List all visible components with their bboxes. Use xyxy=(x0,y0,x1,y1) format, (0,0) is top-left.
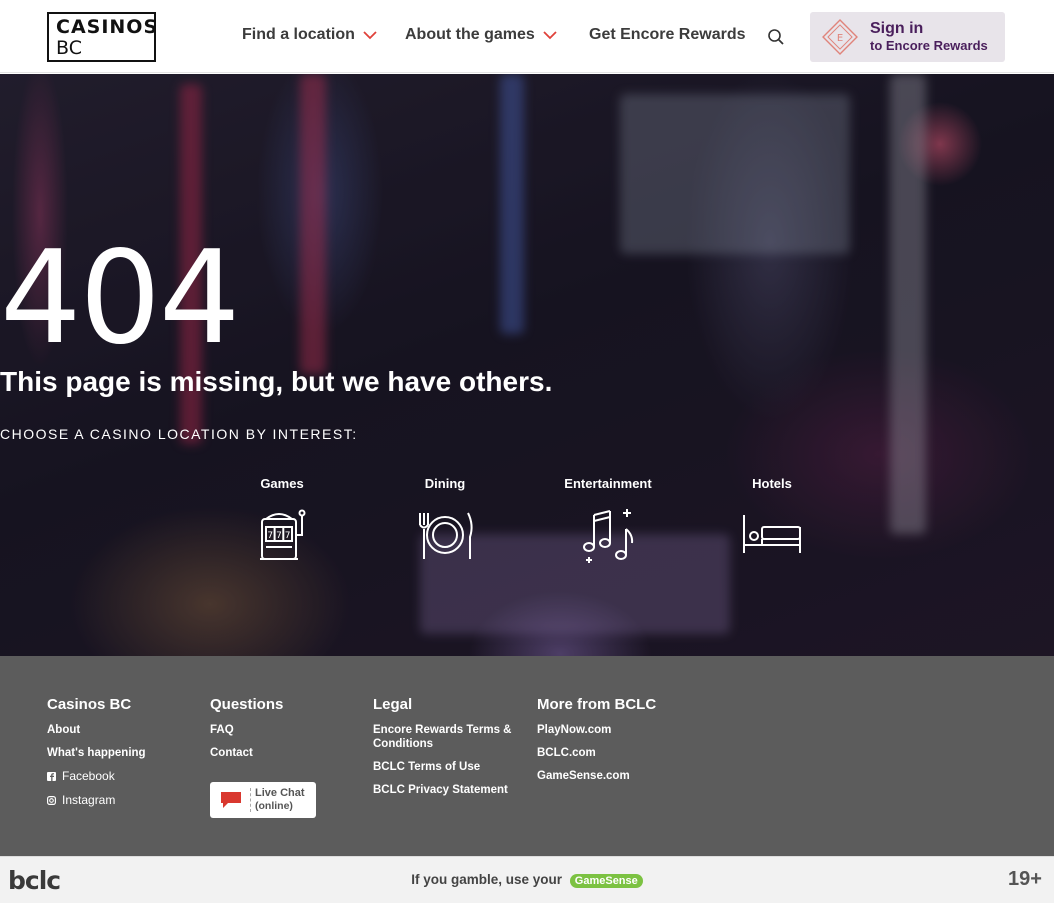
facebook-label: Facebook xyxy=(62,769,115,783)
nav-encore-rewards[interactable]: Get Encore Rewards xyxy=(589,26,746,44)
choose-location-heading: CHOOSE A CASINO LOCATION BY INTEREST: xyxy=(0,426,358,442)
nav-find-location-label: Find a location xyxy=(242,26,355,43)
footer-heading: Casinos BC xyxy=(47,696,132,713)
footer-col-legal: Legal Encore Rewards Terms & Conditions … xyxy=(373,696,523,806)
casinos-bc-logo[interactable]: CASINOS BC xyxy=(47,12,159,62)
interest-games-label: Games xyxy=(260,476,304,491)
nav-about-games-label: About the games xyxy=(405,26,535,43)
footer-col-questions: Questions FAQ Contact xyxy=(210,696,283,769)
gamble-message: If you gamble, use your GameSense xyxy=(0,872,1054,888)
footer-link-encore-terms[interactable]: Encore Rewards Terms & Conditions xyxy=(373,723,523,751)
encore-badge-letter: E xyxy=(837,33,843,44)
age-restriction-badge: 19+ xyxy=(1008,868,1042,890)
footer-col-casinos-bc: Casinos BC About What's happening Facebo… xyxy=(47,696,146,817)
svg-text:7: 7 xyxy=(267,531,273,541)
facebook-icon xyxy=(47,771,56,781)
footer-link-contact[interactable]: Contact xyxy=(210,746,283,760)
interest-hotels-label: Hotels xyxy=(752,476,792,491)
signin-button[interactable]: E Sign in to Encore Rewards xyxy=(810,12,1005,62)
live-chat-button[interactable]: Live Chat (online) xyxy=(210,782,316,818)
interest-dining-label: Dining xyxy=(424,476,466,491)
gamble-text: If you gamble, use your xyxy=(411,872,563,887)
logo-line2: BC xyxy=(56,37,82,59)
footer-link-about[interactable]: About xyxy=(47,723,146,737)
interest-entertainment-label: Entertainment xyxy=(564,476,652,491)
footer-heading: More from BCLC xyxy=(537,696,657,713)
gamesense-badge[interactable]: GameSense xyxy=(569,874,643,888)
footer-link-instagram[interactable]: Instagram xyxy=(47,793,146,807)
signin-subtitle: to Encore Rewards xyxy=(870,38,988,53)
interest-dining[interactable]: Dining xyxy=(380,476,510,565)
error-code: 404 xyxy=(0,224,240,373)
hero-404: 404 This page is missing, but we have ot… xyxy=(0,74,1054,656)
encore-badge-icon: E xyxy=(822,19,858,55)
footer-link-playnow[interactable]: PlayNow.com xyxy=(537,723,656,737)
interest-hotels[interactable]: Hotels xyxy=(707,476,837,565)
signin-title: Sign in xyxy=(870,20,924,37)
live-chat-status: (online) xyxy=(255,800,293,812)
svg-text:7: 7 xyxy=(285,531,291,541)
footer-link-bclc[interactable]: BCLC.com xyxy=(537,746,656,760)
interest-entertainment[interactable]: Entertainment xyxy=(543,476,673,565)
live-chat-divider xyxy=(250,788,251,812)
footer-link-whats-happening[interactable]: What's happening xyxy=(47,746,146,760)
footer-link-gamesense[interactable]: GameSense.com xyxy=(537,769,656,783)
logo-line1: CASINOS xyxy=(56,16,159,38)
responsible-gambling-bar: bclc If you gamble, use your GameSense 1… xyxy=(0,856,1054,903)
instagram-icon xyxy=(47,795,56,805)
chevron-down-icon xyxy=(363,31,377,40)
footer-link-facebook[interactable]: Facebook xyxy=(47,769,146,783)
nav-about-games[interactable]: About the games xyxy=(405,26,557,44)
footer-heading: Questions xyxy=(210,696,284,713)
nav-find-location[interactable]: Find a location xyxy=(242,26,377,44)
footer-heading: Legal xyxy=(373,696,413,713)
error-message: This page is missing, but we have others… xyxy=(0,366,553,397)
search-icon[interactable] xyxy=(767,28,785,46)
chevron-down-icon xyxy=(543,31,557,40)
chat-bubble-icon xyxy=(221,792,241,808)
interest-games[interactable]: Games 7 7 7 xyxy=(217,476,347,565)
music-notes-icon xyxy=(583,509,634,563)
footer-link-faq[interactable]: FAQ xyxy=(210,723,283,737)
dining-plate-icon xyxy=(419,512,473,559)
instagram-label: Instagram xyxy=(62,793,116,807)
footer-link-privacy[interactable]: BCLC Privacy Statement xyxy=(373,783,523,797)
nav-encore-rewards-label: Get Encore Rewards xyxy=(589,26,746,43)
footer-col-more-bclc: More from BCLC PlayNow.com BCLC.com Game… xyxy=(537,696,656,792)
live-chat-label: Live Chat xyxy=(255,787,305,799)
svg-text:7: 7 xyxy=(276,531,282,541)
slot-machine-icon: 7 7 7 xyxy=(260,509,306,560)
site-header: CASINOS BC Find a location About the gam… xyxy=(0,0,1054,73)
bed-icon xyxy=(743,515,801,553)
site-footer: Casinos BC About What's happening Facebo… xyxy=(0,656,1054,856)
footer-link-bclc-terms[interactable]: BCLC Terms of Use xyxy=(373,760,523,774)
